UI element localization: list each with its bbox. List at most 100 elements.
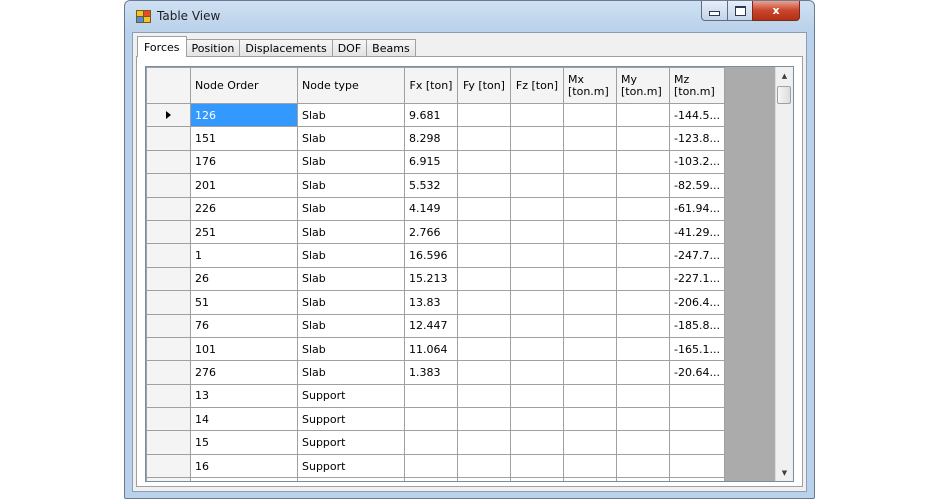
table-cell[interactable] xyxy=(563,102,617,128)
table-cell[interactable] xyxy=(510,383,564,409)
table-cell[interactable]: -206.4... xyxy=(669,290,725,315)
table-row[interactable]: 14 Support xyxy=(146,407,725,432)
table-row[interactable]: 26 Slab 15.213 -227.1... xyxy=(146,266,725,292)
scroll-thumb[interactable] xyxy=(777,86,791,104)
row-header[interactable] xyxy=(146,430,191,455)
table-cell[interactable] xyxy=(510,266,564,292)
table-cell[interactable] xyxy=(563,196,617,221)
column-header[interactable]: Fy [ton] xyxy=(457,67,511,104)
column-header[interactable]: Node type xyxy=(297,67,405,104)
table-cell[interactable] xyxy=(510,453,564,479)
table-cell[interactable]: -61.94... xyxy=(669,196,725,221)
table-cell[interactable]: 11.064 xyxy=(404,336,458,362)
column-header[interactable]: Node Order xyxy=(190,67,298,104)
table-cell[interactable]: 5.532 xyxy=(404,173,458,198)
table-cell[interactable] xyxy=(563,173,617,198)
scroll-down-arrow-icon[interactable]: ▼ xyxy=(776,464,793,481)
cell-node-order[interactable]: 101 xyxy=(190,336,298,362)
table-cell[interactable]: Slab xyxy=(297,102,405,128)
row-header[interactable] xyxy=(146,126,191,151)
table-cell[interactable]: Slab xyxy=(297,336,405,362)
table-cell[interactable]: 2.766 xyxy=(404,219,458,245)
table-cell[interactable]: Slab xyxy=(297,360,405,385)
table-row[interactable]: 151 Slab 8.298 -123.8... xyxy=(146,126,725,151)
column-header[interactable]: Mx [ton.m] xyxy=(563,67,617,104)
table-cell[interactable] xyxy=(510,430,564,455)
cell-node-order[interactable]: 276 xyxy=(190,360,298,385)
table-cell[interactable]: Support xyxy=(297,430,405,455)
table-cell[interactable] xyxy=(457,243,511,268)
table-cell[interactable] xyxy=(457,266,511,292)
cell-node-order[interactable]: 16 xyxy=(190,453,298,479)
vertical-scrollbar[interactable]: ▲ ▼ xyxy=(775,67,793,481)
table-row[interactable]: 176 Slab 6.915 -103.2... xyxy=(146,149,725,175)
table-cell[interactable] xyxy=(457,290,511,315)
row-header[interactable] xyxy=(146,173,191,198)
table-row[interactable]: 276 Slab 1.383 -20.64... xyxy=(146,360,725,385)
table-cell[interactable] xyxy=(404,477,458,481)
table-cell[interactable]: 4.149 xyxy=(404,196,458,221)
table-cell[interactable] xyxy=(616,383,670,409)
table-row[interactable]: 226 Slab 4.149 -61.94... xyxy=(146,196,725,221)
table-cell[interactable]: 8.298 xyxy=(404,126,458,151)
table-cell[interactable] xyxy=(457,149,511,175)
table-cell[interactable] xyxy=(563,149,617,175)
table-cell[interactable]: -103.2... xyxy=(669,149,725,175)
table-cell[interactable] xyxy=(616,243,670,268)
table-cell[interactable]: -82.59... xyxy=(669,173,725,198)
cell-node-order[interactable]: 26 xyxy=(190,266,298,292)
column-header[interactable]: Mz [ton.m] xyxy=(669,67,725,104)
data-grid[interactable]: Node Order Node type Fx [ton] Fy [ton] Fz [t… xyxy=(145,66,794,482)
table-cell[interactable]: -247.7... xyxy=(669,243,725,268)
table-cell[interactable] xyxy=(669,407,725,432)
table-cell[interactable]: Slab xyxy=(297,219,405,245)
table-cell[interactable] xyxy=(510,477,564,481)
table-cell[interactable] xyxy=(616,313,670,338)
table-cell[interactable] xyxy=(457,477,511,481)
cell-node-order[interactable]: 51 xyxy=(190,290,298,315)
table-cell[interactable] xyxy=(510,243,564,268)
cell-node-order[interactable]: 15 xyxy=(190,430,298,455)
table-cell[interactable] xyxy=(510,149,564,175)
table-cell[interactable] xyxy=(616,126,670,151)
table-cell[interactable] xyxy=(404,430,458,455)
table-cell[interactable] xyxy=(616,407,670,432)
table-cell[interactable] xyxy=(404,407,458,432)
table-row[interactable]: 16 Support xyxy=(146,453,725,479)
cell-node-order[interactable]: 76 xyxy=(190,313,298,338)
table-cell[interactable] xyxy=(457,126,511,151)
table-cell[interactable] xyxy=(510,313,564,338)
table-cell[interactable] xyxy=(510,126,564,151)
table-cell[interactable]: Slab xyxy=(297,290,405,315)
title-bar[interactable]: Table View x xyxy=(125,1,814,32)
cell-node-order[interactable]: 1 xyxy=(190,243,298,268)
table-cell[interactable] xyxy=(510,290,564,315)
table-cell[interactable]: Support xyxy=(297,383,405,409)
table-cell[interactable] xyxy=(616,430,670,455)
table-cell[interactable] xyxy=(563,266,617,292)
table-cell[interactable]: 6.915 xyxy=(404,149,458,175)
table-cell[interactable] xyxy=(616,173,670,198)
table-cell[interactable] xyxy=(457,383,511,409)
table-cell[interactable]: 1.383 xyxy=(404,360,458,385)
table-cell[interactable]: Support xyxy=(297,477,405,481)
table-cell[interactable]: Slab xyxy=(297,173,405,198)
table-cell[interactable] xyxy=(669,430,725,455)
cell-node-order[interactable]: 226 xyxy=(190,196,298,221)
table-cell[interactable]: -144.5... xyxy=(669,102,725,128)
cell-node-order[interactable]: 13 xyxy=(190,383,298,409)
table-cell[interactable] xyxy=(510,336,564,362)
table-cell[interactable] xyxy=(510,196,564,221)
tab-position[interactable]: Position xyxy=(185,39,241,57)
cell-node-order[interactable]: 17 xyxy=(190,477,298,481)
table-cell[interactable]: Slab xyxy=(297,313,405,338)
table-cell[interactable]: Slab xyxy=(297,196,405,221)
table-cell[interactable] xyxy=(563,219,617,245)
table-cell[interactable] xyxy=(510,219,564,245)
row-header[interactable] xyxy=(146,477,191,481)
table-row[interactable]: 126 Slab 9.681 -144.5... xyxy=(146,102,725,128)
table-cell[interactable] xyxy=(510,360,564,385)
row-header[interactable] xyxy=(146,149,191,175)
table-cell[interactable] xyxy=(563,360,617,385)
maximize-button[interactable] xyxy=(727,1,753,21)
